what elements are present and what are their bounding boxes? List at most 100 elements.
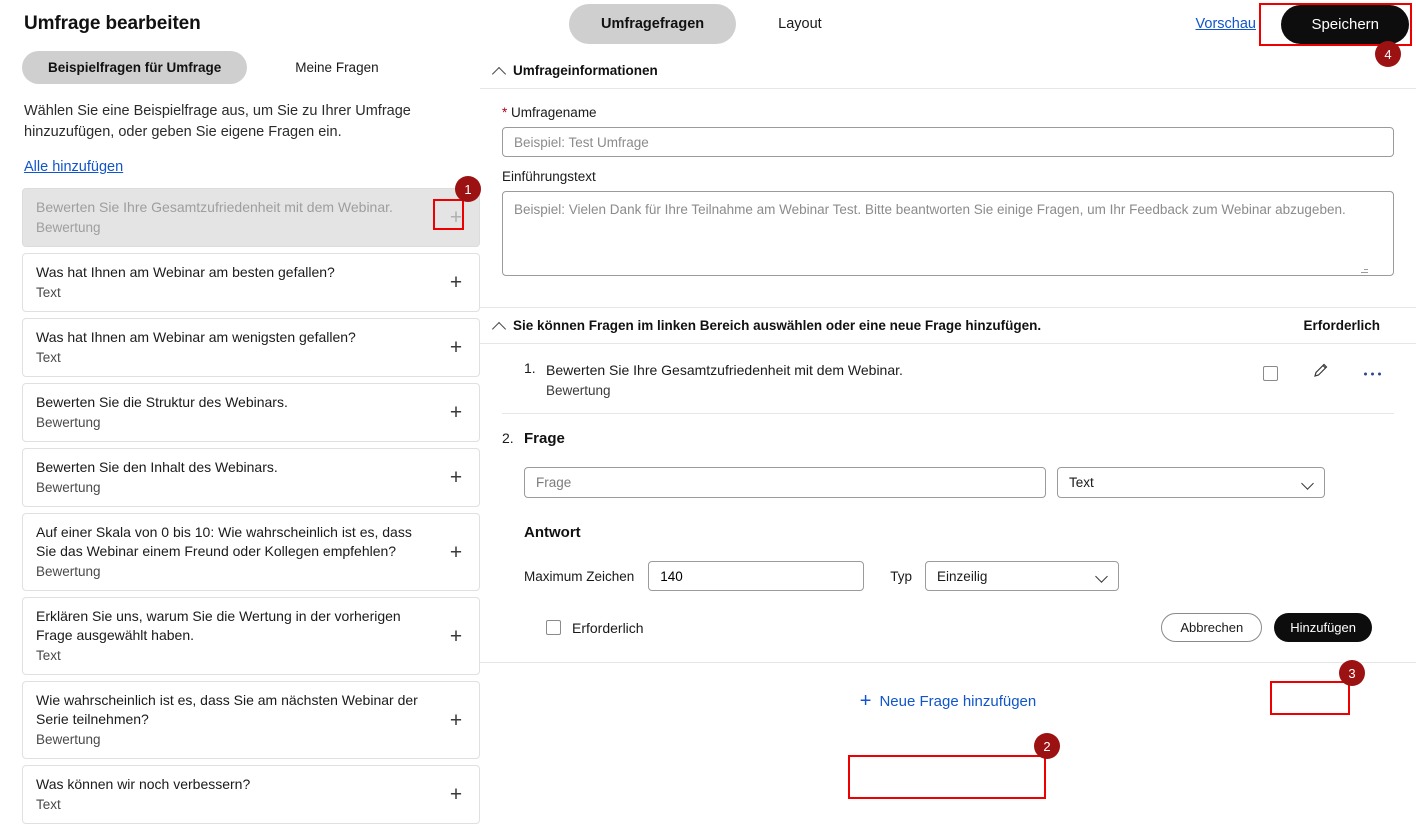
question-editor: 2. Frage Text Antwort Maximum Zeichen Ty…	[480, 414, 1416, 642]
table-row: 1. Bewerten Sie Ihre Gesamtzufriedenheit…	[502, 344, 1394, 414]
new-question-link[interactable]: + Neue Frage hinzufügen	[860, 691, 1036, 711]
question-text-input[interactable]	[524, 467, 1046, 498]
tab-umfragefragen[interactable]: Umfragefragen	[569, 4, 737, 44]
list-item[interactable]: Bewerten Sie Ihre Gesamtzufriedenheit mi…	[22, 188, 480, 247]
page-title: Umfrage bearbeiten	[24, 13, 201, 34]
question-type: Bewertung	[36, 415, 101, 430]
list-item[interactable]: Wie wahrscheinlich ist es, dass Sie am n…	[22, 681, 480, 759]
question-type: Bewertung	[36, 564, 101, 579]
question-text: Was hat Ihnen am Webinar am wenigsten ge…	[36, 329, 356, 345]
required-toggle-row: Erforderlich	[546, 620, 644, 636]
question-type: Text	[36, 350, 61, 365]
question-type: Text	[36, 797, 61, 812]
sample-question-list: Bewerten Sie Ihre Gesamtzufriedenheit mi…	[22, 188, 480, 824]
chevron-up-icon[interactable]	[494, 65, 505, 76]
question-text: Auf einer Skala von 0 bis 10: Wie wahrsc…	[36, 524, 412, 559]
question-type: Text	[36, 285, 61, 300]
max-chars-input[interactable]	[648, 561, 865, 591]
plus-icon[interactable]: +	[445, 402, 467, 424]
list-item[interactable]: Erklären Sie uns, warum Sie die Wertung …	[22, 597, 480, 675]
intro-text-label: Einführungstext	[502, 169, 596, 184]
add-question-button[interactable]: Hinzufügen	[1274, 613, 1372, 642]
panel-instructions: Wählen Sie eine Beispielfrage aus, um Si…	[24, 103, 411, 140]
questions-section-heading: Sie können Fragen im linken Bereich ausw…	[513, 318, 1042, 333]
save-button[interactable]: Speichern	[1281, 5, 1409, 44]
survey-info-section-header[interactable]: Umfrageinformationen	[480, 52, 1416, 88]
required-checkbox[interactable]	[1263, 365, 1278, 381]
required-checkbox[interactable]	[546, 620, 561, 635]
question-editor-title: Frage	[524, 430, 565, 447]
survey-info-form: * Umfragename Einführungstext	[480, 89, 1416, 281]
plus-icon[interactable]: +	[445, 541, 467, 563]
answer-typ-select[interactable]: Einzeilig	[925, 561, 1120, 591]
questions-section-header[interactable]: Sie können Fragen im linken Bereich ausw…	[480, 307, 1416, 343]
plus-icon[interactable]: +	[445, 709, 467, 731]
pencil-icon[interactable]	[1312, 362, 1329, 384]
answer-heading: Antwort	[524, 524, 581, 541]
question-input-row: Text	[524, 467, 1394, 498]
question-type: Bewertung	[36, 220, 101, 235]
plus-icon[interactable]: +	[445, 207, 467, 229]
required-column-header: Erforderlich	[1303, 318, 1380, 333]
tab-meine-fragen[interactable]: Meine Fragen	[295, 60, 378, 75]
question-type-select[interactable]: Text	[1057, 467, 1325, 498]
survey-editor-page: Umfrage bearbeiten Beispielfragen für Um…	[0, 0, 1416, 828]
max-chars-label: Maximum Zeichen	[524, 568, 635, 584]
list-item[interactable]: Auf einer Skala von 0 bis 10: Wie wahrsc…	[22, 513, 480, 591]
intro-text-textarea[interactable]	[502, 191, 1394, 276]
question-number: 1.	[524, 360, 536, 376]
question-type: Text	[36, 648, 61, 663]
question-text: Bewerten Sie Ihre Gesamtzufriedenheit mi…	[36, 199, 393, 215]
list-item[interactable]: Bewerten Sie die Struktur des Webinars. …	[22, 383, 480, 442]
survey-name-label: * Umfragename	[502, 105, 1394, 120]
editor-buttons: Abbrechen Hinzufügen	[1161, 613, 1372, 642]
add-all-link[interactable]: Alle hinzufügen	[24, 159, 123, 175]
question-text: Bewerten Sie die Struktur des Webinars.	[36, 394, 288, 410]
question-type: Bewertung	[36, 732, 101, 747]
survey-name-input[interactable]	[502, 127, 1394, 157]
save-button-wrap: Speichern	[1281, 5, 1409, 44]
answer-typ-value: Einzeilig	[937, 568, 988, 584]
survey-builder-panel: Umfragefragen Layout Vorschau Speichern …	[480, 0, 1416, 828]
left-panel-tabs: Beispielfragen für Umfrage Meine Fragen	[22, 51, 468, 84]
tab-beispielfragen[interactable]: Beispielfragen für Umfrage	[22, 51, 248, 84]
question-number: 2.	[502, 430, 514, 446]
survey-name-label-text: Umfragename	[511, 105, 597, 120]
question-text: Bewerten Sie Ihre Gesamtzufriedenheit mi…	[546, 362, 903, 378]
question-text: Was hat Ihnen am Webinar am besten gefal…	[36, 264, 335, 280]
top-toolbar: Umfragefragen Layout Vorschau Speichern	[480, 0, 1416, 52]
list-item[interactable]: Was können wir noch verbessern? Text +	[22, 765, 480, 824]
question-editor-title-row: 2. Frage	[502, 430, 1394, 447]
question-text: Was können wir noch verbessern?	[36, 776, 251, 792]
required-marker: *	[502, 105, 508, 120]
plus-icon[interactable]: +	[445, 625, 467, 647]
question-text: Erklären Sie uns, warum Sie die Wertung …	[36, 608, 401, 643]
ellipsis-icon[interactable]	[1363, 364, 1382, 382]
row-actions	[1263, 362, 1382, 384]
answer-settings-row: Maximum Zeichen Typ Einzeilig	[524, 561, 1394, 591]
survey-info-heading: Umfrageinformationen	[513, 63, 658, 78]
preview-link[interactable]: Vorschau	[1196, 16, 1256, 32]
plus-icon[interactable]: +	[445, 272, 467, 294]
question-text: Bewerten Sie den Inhalt des Webinars.	[36, 459, 278, 475]
plus-icon[interactable]: +	[445, 784, 467, 806]
plus-icon: +	[859, 690, 872, 712]
list-item[interactable]: Was hat Ihnen am Webinar am wenigsten ge…	[22, 318, 480, 377]
chevron-down-icon	[1301, 477, 1314, 490]
plus-icon[interactable]: +	[445, 337, 467, 359]
required-label: Erforderlich	[572, 619, 644, 636]
list-item[interactable]: Was hat Ihnen am Webinar am besten gefal…	[22, 253, 480, 312]
chevron-up-icon[interactable]	[494, 320, 505, 331]
cancel-button[interactable]: Abbrechen	[1161, 613, 1263, 642]
list-item[interactable]: Bewerten Sie den Inhalt des Webinars. Be…	[22, 448, 480, 507]
typ-label: Typ	[890, 568, 913, 584]
sample-questions-panel: Umfrage bearbeiten Beispielfragen für Um…	[0, 0, 480, 828]
new-question-label: Neue Frage hinzufügen	[879, 692, 1037, 710]
question-text: Wie wahrscheinlich ist es, dass Sie am n…	[36, 692, 418, 727]
question-type-value: Text	[1069, 475, 1094, 490]
question-type: Bewertung	[36, 480, 101, 495]
tab-layout[interactable]: Layout	[778, 16, 822, 32]
plus-icon[interactable]: +	[445, 467, 467, 489]
chevron-down-icon	[1095, 570, 1108, 583]
builder-tabs: Umfragefragen Layout	[569, 4, 822, 44]
